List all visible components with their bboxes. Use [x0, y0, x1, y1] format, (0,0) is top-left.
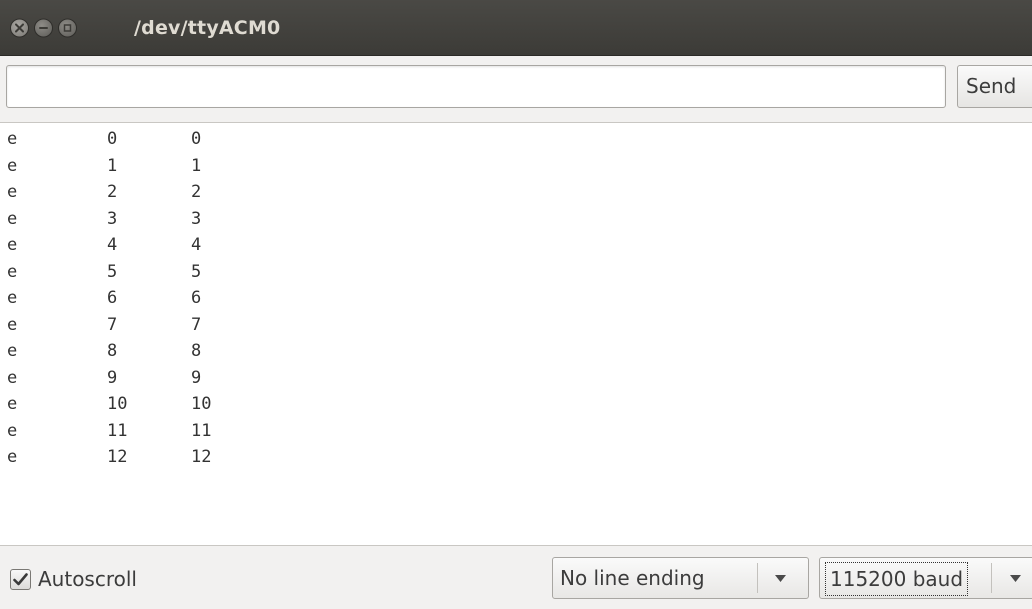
output-cell: e: [7, 261, 18, 282]
output-cell: e: [7, 314, 18, 335]
output-cell: e: [7, 341, 18, 361]
output-cell: 11: [191, 420, 212, 441]
output-cell: e: [7, 367, 18, 388]
title-bar[interactable]: /dev/ttyACM0: [0, 0, 1032, 56]
autoscroll-label: Autoscroll: [38, 567, 137, 591]
output-cell: 4: [191, 235, 202, 255]
output-cell: 2: [107, 182, 118, 202]
output-cell: 1: [191, 155, 202, 176]
output-cell: 5: [191, 261, 202, 282]
send-toolbar: Send: [0, 56, 1032, 123]
chevron-down-icon: [1010, 575, 1021, 582]
output-cell: 10: [191, 394, 212, 414]
output-cell: 3: [107, 208, 118, 229]
dropdown-divider: [757, 563, 758, 593]
chevron-down-icon: [775, 575, 786, 582]
output-cell: 11: [107, 420, 128, 441]
line-ending-value: No line ending: [560, 566, 705, 590]
output-cell: e: [7, 208, 18, 229]
output-cell: 7: [191, 314, 202, 335]
maximize-icon: [63, 24, 72, 32]
output-cell: e: [7, 447, 18, 467]
status-bar: Autoscroll No line ending 115200 baud: [0, 546, 1032, 609]
output-cell: 1: [107, 155, 118, 176]
output-cell: 3: [191, 208, 202, 229]
output-cell: 8: [191, 341, 202, 361]
output-cell: e: [7, 155, 18, 176]
output-cell: 12: [191, 447, 212, 467]
output-cell: 0: [191, 129, 202, 149]
output-cell: 9: [107, 367, 118, 388]
output-cell: e: [7, 182, 18, 202]
serial-output[interactable]: e 0 0 e 1 1 e 2 2 e 3 3 e 4 4 e 5 5 e 6 6 e 7 7 e 8 8 e 9 9 e 10 10 e 11 11…: [0, 123, 1032, 546]
output-cell: 12: [107, 447, 128, 467]
minimize-icon: [39, 27, 48, 29]
line-ending-select[interactable]: No line ending: [552, 557, 809, 599]
output-cell: 7: [107, 314, 118, 335]
output-cell: 9: [191, 367, 202, 388]
serial-monitor-window: /dev/ttyACM0 Send e00e11e22e33e44e55e66e…: [0, 0, 1032, 609]
send-input[interactable]: [6, 65, 946, 108]
window-title: /dev/ttyACM0: [134, 17, 281, 39]
autoscroll-toggle[interactable]: Autoscroll: [10, 567, 137, 591]
output-cell: e: [7, 235, 18, 255]
maximize-button[interactable]: [58, 18, 77, 38]
output-cell: 8: [107, 341, 118, 361]
output-cell: 6: [107, 288, 118, 308]
output-cell: 2: [191, 182, 202, 202]
output-cell: e: [7, 420, 18, 441]
output-cell: 10: [107, 394, 128, 414]
dropdown-divider: [991, 563, 992, 593]
output-cell: 0: [107, 129, 118, 149]
output-cell: e: [7, 288, 18, 308]
baud-rate-select[interactable]: 115200 baud: [819, 557, 1032, 599]
output-cell: 6: [191, 288, 202, 308]
output-cell: 5: [107, 261, 118, 282]
close-icon: [15, 23, 24, 33]
minimize-button[interactable]: [34, 18, 53, 38]
autoscroll-checkbox[interactable]: [10, 568, 31, 590]
check-icon: [13, 572, 28, 585]
output-cell: e: [7, 394, 18, 414]
send-button[interactable]: Send: [957, 65, 1032, 108]
output-cell: e: [7, 129, 18, 149]
close-button[interactable]: [10, 18, 29, 38]
output-cell: 4: [107, 235, 118, 255]
baud-rate-value: 115200 baud: [825, 562, 969, 596]
